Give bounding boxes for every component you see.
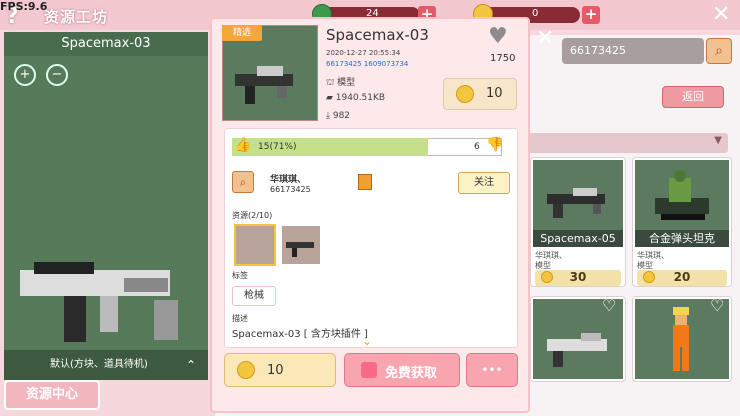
search-input[interactable]: 66173425 [562,38,704,64]
resource-type: ⛫ 模型 [326,78,356,88]
card-price-value: 20 [673,270,691,284]
publish-date: 2020-12-27 20:55:34 [326,49,401,57]
favorite-count: 1750 [490,53,516,64]
card-price: 20 [637,270,727,286]
search-icon: ⌕ [715,43,723,59]
follow-button[interactable]: 关注 [458,172,510,194]
folder-icon: ▰ [326,93,333,103]
zoom-in-icon[interactable]: + [14,64,36,86]
chevron-up-icon: ⌃ [185,358,196,372]
buy-button[interactable]: 10 [224,353,336,387]
add-coins-button[interactable]: + [582,6,600,24]
author-name[interactable]: 华琪琪、 [270,172,306,185]
favorite-heart-icon[interactable]: ♡ [602,296,616,315]
copy-icon[interactable] [358,174,372,190]
featured-tag: 精选 [222,25,262,41]
tank-model-icon [655,170,709,220]
free-get-button[interactable]: 免费获取 [344,353,460,387]
close-icon[interactable]: ✕ [536,26,554,51]
price-value: 10 [486,86,503,101]
tag-gun[interactable]: 枪械 [232,286,276,306]
fps-counter: FPS:9.6 [0,0,48,13]
coin-count: 0 [532,8,539,19]
card-title: 合金弹头坦克 [635,230,729,247]
gun-model-icon [286,242,314,257]
download-count: ⤓ 982 [326,111,351,121]
card-price-value: 30 [569,270,587,284]
coin-icon [643,271,655,283]
chevron-down-icon: ▼ [714,135,722,146]
card-thumbnail [533,160,623,230]
search-icon: ⌕ [239,175,247,189]
resource-ids[interactable]: 66173425 1609073734 [326,60,408,68]
model-preview-panel[interactable] [4,32,208,380]
description-text: Spacemax-03 [ 含方块插件 ] [232,329,368,340]
like-icon[interactable]: 👍 [234,137,251,153]
close-icon[interactable]: ✕ [712,2,730,27]
author-search-button[interactable]: ⌕ [232,171,254,193]
author-id: 66173425 [270,185,311,194]
expand-chevron-icon[interactable]: ⌄ [362,334,372,348]
download-icon: ⤓ [326,111,330,121]
zoom-out-icon[interactable]: − [46,64,68,86]
resource-size: ▰ 1940.51KB [326,93,386,103]
search-button[interactable]: ⌕ [706,38,732,64]
card-price: 30 [535,270,621,286]
resource-center-button[interactable]: 资源中心 [4,380,100,410]
resource-title: Spacemax-03 [326,26,429,44]
coin-icon [456,85,474,103]
resource-card[interactable]: 合金弹头坦克 华琪琪、 模型 20 [632,157,732,287]
animation-select[interactable]: 默认(方块、道具待机) ⌃ [4,350,208,380]
gift-icon [361,362,377,378]
like-count: 15(71%) [258,142,297,152]
page-title: 资源工坊 [44,8,109,26]
back-button[interactable]: 返回 [662,86,724,108]
dislike-icon[interactable]: 👎 [486,137,503,153]
resource-thumb[interactable] [280,224,322,266]
favorite-heart-icon[interactable]: ♡ [710,296,724,315]
card-title: Spacemax-05 [533,230,623,247]
preview-title: Spacemax-03 [4,32,208,56]
more-button[interactable]: ••• [466,353,518,387]
type-icon: ⛫ [326,78,335,88]
free-get-label: 免费获取 [385,366,438,381]
gun-model-preview [20,262,178,342]
favorite-heart-icon[interactable]: ♥ [488,24,508,49]
filter-dropdown[interactable]: ▼ [528,133,728,153]
dislike-count: 6 [474,142,480,152]
animation-label: 默认(方块、道具待机) [50,359,148,370]
resource-card[interactable]: Spacemax-05 华琪琪、 模型 30 [530,157,626,287]
tags-label: 标签 [232,271,248,280]
resources-label: 资源(2/10) [232,211,273,220]
coin-icon [541,271,553,283]
price-box: 10 [443,78,517,110]
card-thumbnail [635,160,729,230]
resource-thumb-selected[interactable] [234,224,276,266]
buy-price: 10 [267,363,284,378]
gun-model-icon [547,188,605,218]
description-label: 描述 [232,314,248,323]
coin-icon [237,361,255,379]
